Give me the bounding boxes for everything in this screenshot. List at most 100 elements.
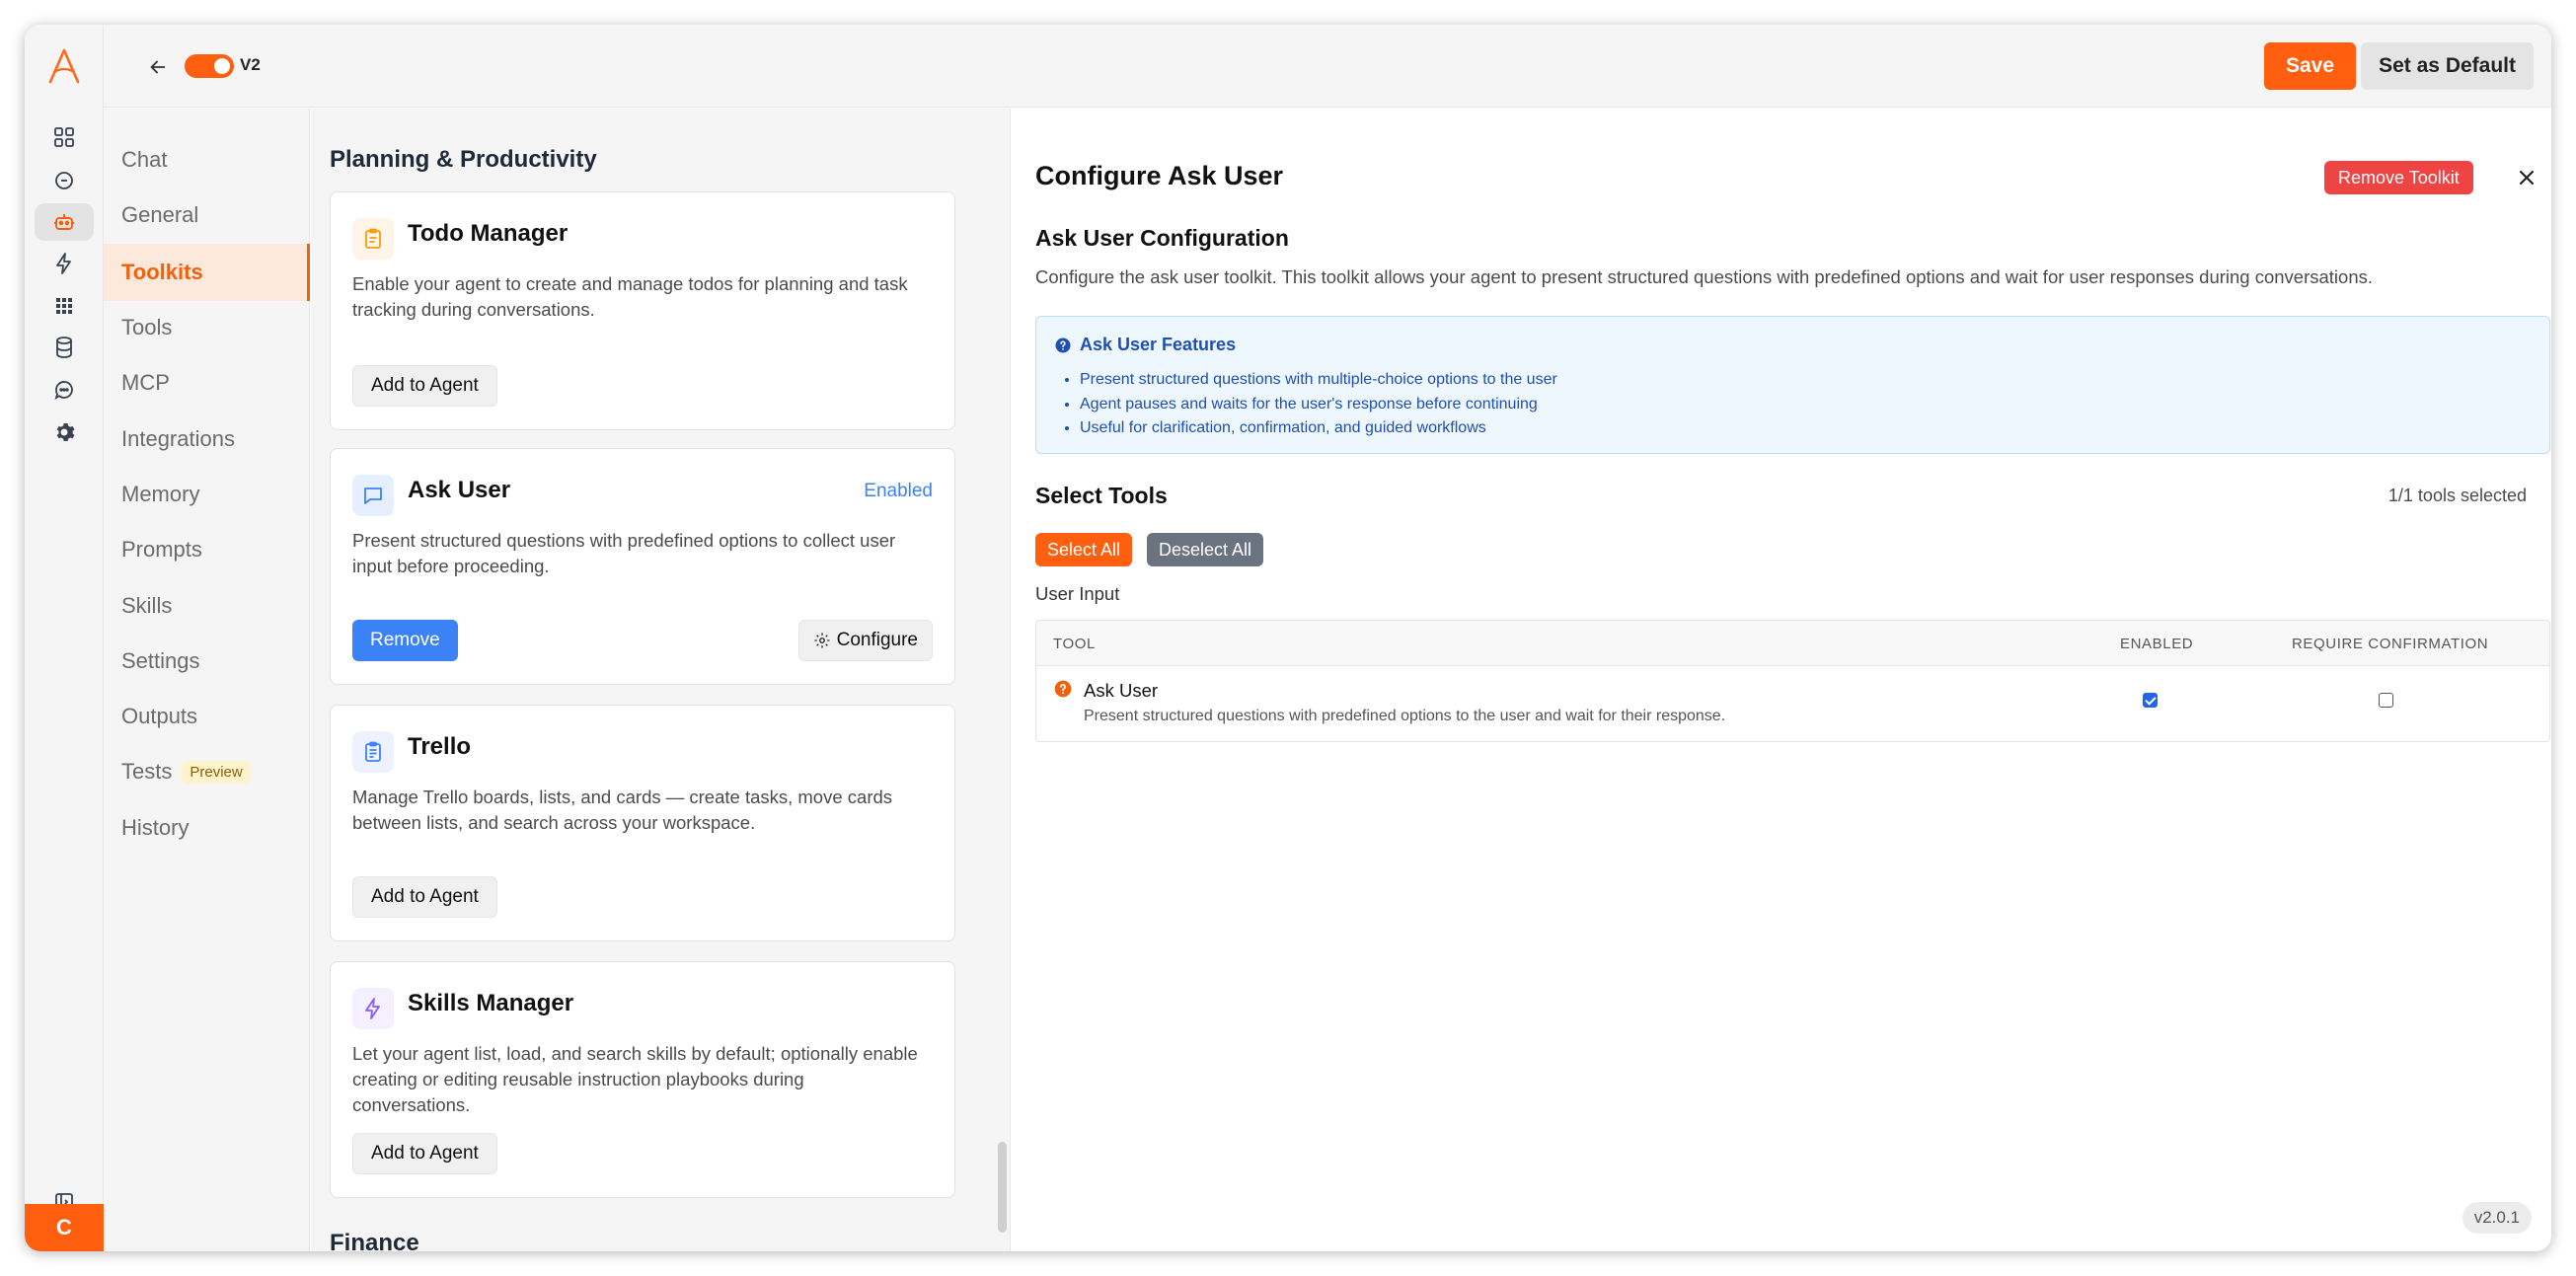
nav-item-label: Chat [121, 147, 168, 172]
nav-item-tests[interactable]: Tests Preview [104, 743, 310, 800]
nav-item-general[interactable]: General [104, 187, 310, 244]
database-icon[interactable] [35, 329, 94, 366]
user-avatar[interactable]: C [25, 1204, 104, 1251]
enabled-checkbox[interactable] [2143, 693, 2158, 708]
nav-item-label: Integrations [121, 426, 235, 451]
features-list: Present structured questions with multip… [1080, 368, 1557, 441]
scrollbar[interactable] [998, 1142, 1007, 1233]
nav-item-label: Prompts [121, 537, 202, 562]
nav-item-outputs[interactable]: Outputs [104, 688, 310, 745]
config-title: Ask User Configuration [1035, 225, 1289, 251]
nav-item-integrations[interactable]: Integrations [104, 411, 310, 468]
features-info-box: Ask User Features Present structured que… [1035, 316, 2550, 454]
remove-toolkit-button[interactable]: Remove Toolkit [2324, 161, 2473, 194]
card-description: Present structured questions with predef… [352, 530, 896, 576]
app-logo-icon[interactable] [40, 42, 88, 90]
tool-group-label: User Input [1035, 583, 1120, 604]
nav-item-memory[interactable]: Memory [104, 466, 310, 523]
toolkit-card-trello: Trello Manage Trello boards, lists, and … [330, 705, 955, 941]
nav-item-label: Tests [121, 759, 173, 784]
message-icon[interactable] [35, 371, 94, 409]
app-window: C V2 Save Set as Default Chat General To… [25, 25, 2551, 1251]
tools-selected-count: 1/1 tools selected [2387, 486, 2527, 505]
save-button[interactable]: Save [2263, 42, 2356, 90]
nav-item-settings[interactable]: Settings [104, 633, 310, 690]
toolkit-card-todo-manager: Todo Manager Enable your agent to create… [330, 191, 955, 430]
configure-label: Configure [836, 630, 918, 650]
tool-name: Ask User [1084, 680, 1159, 701]
top-bar: V2 Save Set as Default [104, 25, 2551, 108]
robot-icon[interactable] [35, 203, 94, 241]
clipboard-list-icon [352, 731, 394, 773]
configure-panel: Configure Ask User Remove Toolkit Ask Us… [1012, 109, 2551, 1251]
select-all-button[interactable]: Select All [1035, 533, 1133, 566]
back-arrow-icon[interactable] [143, 52, 173, 82]
gear-icon[interactable] [35, 413, 94, 451]
select-tools-title: Select Tools [1035, 483, 1168, 508]
tool-description: Present structured questions with predef… [1084, 708, 1726, 724]
card-description: Enable your agent to create and manage t… [352, 273, 908, 320]
table-header: TOOL ENABLED REQUIRE CONFIRMATION [1036, 621, 2549, 666]
panel-title: Configure Ask User [1035, 161, 1284, 190]
settings-nav: Chat General Toolkits Tools MCP Integrat… [104, 109, 310, 1251]
add-to-agent-button[interactable]: Add to Agent [352, 365, 497, 407]
nav-item-label: MCP [121, 370, 170, 395]
nav-item-label: General [121, 202, 199, 227]
features-heading: Ask User Features [1054, 335, 1236, 355]
version-badge: v2.0.1 [2462, 1202, 2532, 1234]
nav-item-tools[interactable]: Tools [104, 299, 310, 356]
toolkit-list: Planning & Productivity Todo Manager Ena… [311, 109, 1011, 1251]
feature-item: Present structured questions with multip… [1080, 368, 1557, 393]
close-icon[interactable] [2515, 166, 2538, 189]
config-description: Configure the ask user toolkit. This too… [1035, 266, 2374, 287]
nav-item-skills[interactable]: Skills [104, 577, 310, 635]
icon-rail: C [25, 25, 104, 1251]
lightning-icon [352, 988, 394, 1029]
card-title: Ask User [408, 477, 511, 503]
nav-item-label: History [121, 815, 189, 840]
preview-badge: Preview [182, 760, 251, 784]
set-as-default-button[interactable]: Set as Default [2361, 42, 2534, 90]
version-toggle[interactable] [185, 54, 234, 78]
lightning-icon[interactable] [35, 245, 94, 282]
apps-grid-icon[interactable] [35, 287, 94, 325]
nav-item-label: Toolkits [121, 260, 203, 284]
require-confirmation-checkbox[interactable] [2379, 693, 2393, 708]
add-to-agent-button[interactable]: Add to Agent [352, 1133, 497, 1174]
help-circle-icon [1054, 680, 1072, 698]
nav-item-prompts[interactable]: Prompts [104, 521, 310, 578]
card-title: Trello [408, 733, 472, 760]
nav-item-toolkits[interactable]: Toolkits [104, 244, 310, 301]
section-title: Finance [330, 1230, 419, 1251]
nav-item-label: Settings [121, 648, 200, 673]
remove-button[interactable]: Remove [352, 620, 458, 661]
deselect-all-button[interactable]: Deselect All [1147, 533, 1264, 566]
dashboard-icon[interactable] [35, 118, 94, 156]
column-header-tool: TOOL [1053, 636, 1096, 652]
nav-item-label: Tools [121, 315, 173, 339]
card-title: Skills Manager [408, 990, 574, 1016]
nav-item-mcp[interactable]: MCP [104, 354, 310, 412]
section-title: Planning & Productivity [330, 146, 597, 173]
card-title: Todo Manager [408, 220, 568, 247]
version-toggle-label: V2 [240, 55, 261, 74]
clipboard-icon [352, 218, 394, 260]
configure-button[interactable]: Configure [797, 620, 933, 661]
card-description: Manage Trello boards, lists, and cards —… [352, 787, 893, 833]
nav-item-chat[interactable]: Chat [104, 131, 310, 188]
column-header-enabled: ENABLED [2120, 636, 2194, 652]
column-header-require-confirmation: REQUIRE CONFIRMATION [2292, 636, 2489, 652]
feature-item: Useful for clarification, confirmation, … [1080, 416, 1557, 441]
card-description: Let your agent list, load, and search sk… [352, 1043, 918, 1115]
chat-bubble-icon[interactable] [35, 162, 94, 199]
feature-item: Agent pauses and waits for the user's re… [1080, 393, 1557, 417]
nav-item-label: Memory [121, 482, 200, 506]
nav-item-label: Skills [121, 593, 173, 618]
nav-item-history[interactable]: History [104, 799, 310, 857]
toolkit-card-ask-user: Ask User Enabled Present structured ques… [330, 448, 955, 685]
help-circle-icon [1055, 338, 1071, 352]
tools-table: TOOL ENABLED REQUIRE CONFIRMATION Ask Us… [1035, 620, 2550, 742]
add-to-agent-button[interactable]: Add to Agent [352, 876, 497, 918]
chat-square-icon [352, 475, 394, 516]
features-title: Ask User Features [1080, 335, 1237, 354]
